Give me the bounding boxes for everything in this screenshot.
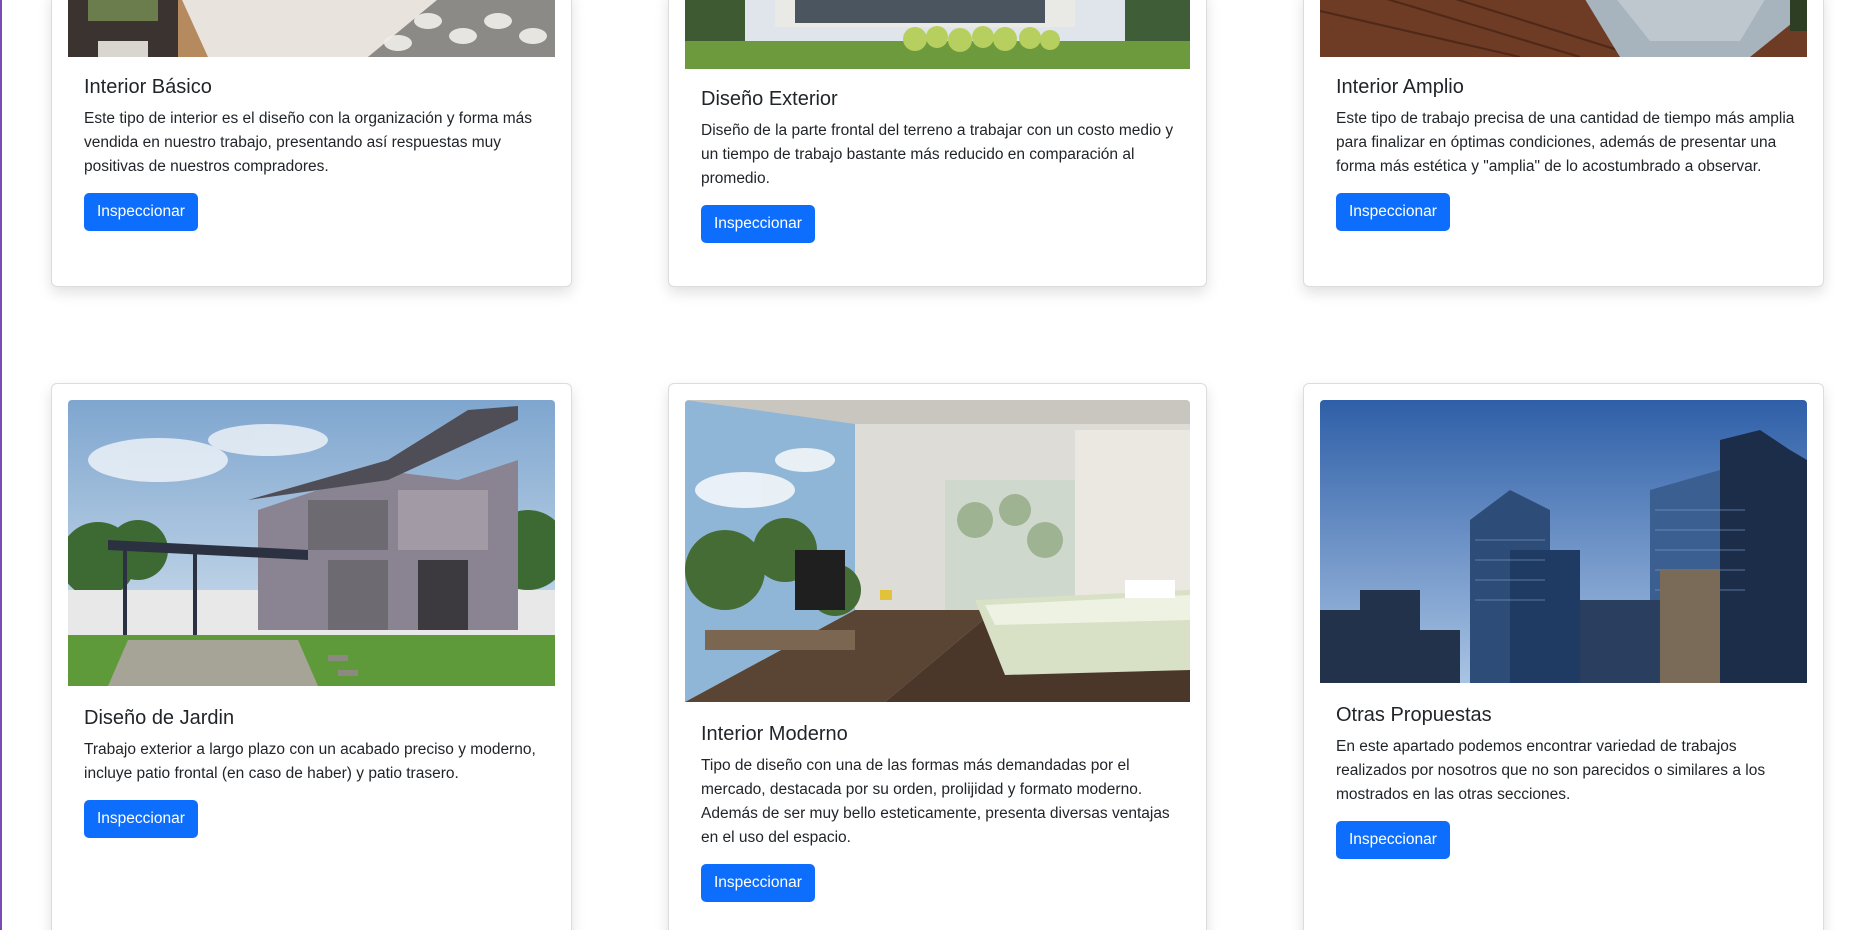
house-exterior-photo <box>685 0 1190 69</box>
living-room-photo <box>68 0 555 57</box>
inspeccionar-button[interactable]: Inspeccionar <box>1336 193 1450 231</box>
inspeccionar-button[interactable]: Inspeccionar <box>84 193 198 231</box>
inspeccionar-button[interactable]: Inspeccionar <box>84 800 198 838</box>
card-title: Interior Amplio <box>1336 76 1464 98</box>
card-body: Interior Moderno Tipo de diseño con una … <box>701 722 1180 902</box>
card-interior-amplio: Interior Amplio Este tipo de trabajo pre… <box>1303 0 1824 287</box>
card-body: Otras Propuestas En este apartado podemo… <box>1336 703 1797 859</box>
card-text: Trabajo exterior a largo plazo con un ac… <box>84 741 536 782</box>
card-body: Interior Básico Este tipo de interior es… <box>84 75 545 231</box>
skyscrapers-photo <box>1320 400 1807 683</box>
card-body: Diseño Exterior Diseño de la parte front… <box>701 87 1180 243</box>
card-text: Tipo de diseño con una de las formas más… <box>701 757 1170 846</box>
card-title: Interior Moderno <box>701 723 848 745</box>
card-title: Otras Propuestas <box>1336 704 1492 726</box>
modern-bedroom-photo <box>685 400 1190 702</box>
card-title: Diseño Exterior <box>701 88 838 110</box>
card-interior-basico: Interior Básico Este tipo de interior es… <box>51 0 572 287</box>
inspeccionar-button[interactable]: Inspeccionar <box>701 864 815 902</box>
inspeccionar-button[interactable]: Inspeccionar <box>1336 821 1450 859</box>
inspeccionar-button[interactable]: Inspeccionar <box>701 205 815 243</box>
card-text: Este tipo de trabajo precisa de una cant… <box>1336 110 1795 175</box>
card-diseno-de-jardin: Diseño de Jardin Trabajo exterior a larg… <box>51 383 572 930</box>
card-body: Diseño de Jardin Trabajo exterior a larg… <box>84 706 545 838</box>
card-interior-moderno: Interior Moderno Tipo de diseño con una … <box>668 383 1207 930</box>
house-garden-photo <box>68 400 555 686</box>
card-diseno-exterior: Diseño Exterior Diseño de la parte front… <box>668 0 1207 287</box>
card-text: Diseño de la parte frontal del terreno a… <box>701 122 1174 187</box>
card-title: Interior Básico <box>84 76 212 98</box>
card-title: Diseño de Jardin <box>84 707 235 729</box>
card-otras-propuestas: Otras Propuestas En este apartado podemo… <box>1303 383 1824 930</box>
card-text: En este apartado podemos encontrar varie… <box>1336 738 1766 803</box>
wood-floor-photo <box>1320 0 1807 57</box>
card-body: Interior Amplio Este tipo de trabajo pre… <box>1336 75 1797 231</box>
page: Interior Básico Este tipo de interior es… <box>0 0 1865 930</box>
card-text: Este tipo de interior es el diseño con l… <box>84 110 533 175</box>
